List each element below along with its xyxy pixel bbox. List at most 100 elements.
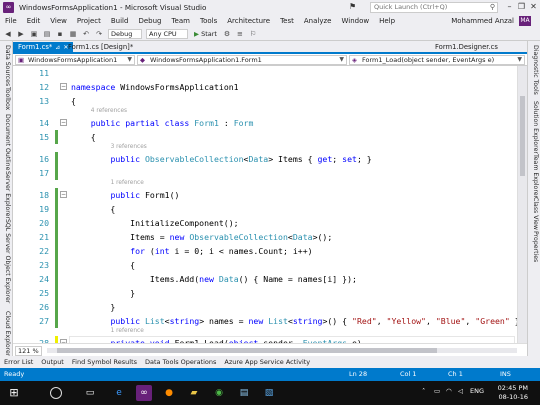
firefox-icon[interactable]: ● [161,385,177,401]
back-icon[interactable]: ◀ [3,29,13,39]
member-dropdown[interactable]: ◈ Form1_Load(object sender, EventArgs e) ▼ [349,55,525,65]
tab-diagnostic-tools[interactable]: Diagnostic Tools [532,45,539,95]
task-view-icon[interactable]: ▭ [82,385,98,401]
code-line[interactable]: 26 } [13,300,517,314]
code-line[interactable]: 22 for (int i = 0; i < names.Count; i++) [13,244,517,258]
attach-icon[interactable]: ⚙ [222,29,232,39]
class-dropdown[interactable]: ◆ WindowsFormsApplication1.Form1 ▼ [137,55,347,65]
code-line[interactable]: 13 { [13,94,517,108]
chrome-icon[interactable]: ◉ [211,385,227,401]
save-all-icon[interactable]: ▦ [68,29,78,39]
edge-icon[interactable]: e [111,385,127,401]
undo-icon[interactable]: ↶ [81,29,91,39]
tab-server-explorer[interactable]: Server Explorer [4,171,11,219]
menu-project[interactable]: Project [72,15,106,27]
menu-build[interactable]: Build [106,15,134,27]
collapse-icon[interactable]: − [60,119,67,126]
configuration-select[interactable]: Debug [108,28,142,39]
collapse-icon[interactable]: − [60,191,67,198]
tab-error-list[interactable]: Error List [0,356,37,368]
code-line[interactable]: 16 public ObservableCollection<Data> Ite… [13,152,517,166]
volume-icon[interactable]: ◁ [458,387,463,395]
menu-analyze[interactable]: Analyze [299,15,337,27]
save-icon[interactable]: ▪ [55,29,65,39]
language-icon[interactable]: ENG [470,387,484,395]
codelens-references[interactable]: 3 references [111,144,147,150]
scroll-thumb[interactable] [57,348,437,353]
platform-select[interactable]: Any CPU [146,28,188,39]
menu-window[interactable]: Window [336,15,374,27]
code-line[interactable]: 12 − namespace WindowsFormsApplication1 [13,80,517,94]
collapse-icon[interactable]: − [60,83,67,90]
vertical-scrollbar[interactable] [517,66,527,343]
scroll-thumb[interactable] [520,96,525,176]
code-line[interactable]: 24 Items.Add(new Data() { Name = names[i… [13,272,517,286]
avatar[interactable]: MA [519,16,531,26]
code-line[interactable]: 21 Items = new ObservableCollection<Data… [13,230,517,244]
start-button[interactable]: ▶ Start [192,29,219,39]
tab-find-symbol-results[interactable]: Find Symbol Results [68,356,141,368]
clock-date[interactable]: 08-10-16 [498,393,528,401]
tab-properties[interactable]: Properties [532,231,539,262]
tab-data-tools-operations[interactable]: Data Tools Operations [141,356,220,368]
tab-sql-server-object-explorer[interactable]: SQL Server Object Explorer [4,219,11,303]
zoom-level[interactable]: 121 % [15,346,42,356]
forward-icon[interactable]: ▶ [16,29,26,39]
code-line[interactable]: 23 { [13,258,517,272]
code-line[interactable]: 18 − public Form1() [13,188,517,202]
redo-icon[interactable]: ↷ [94,29,104,39]
code-line[interactable]: 11 [13,66,517,80]
tab-data-sources[interactable]: Data Sources [4,45,11,86]
tab-document-outline[interactable]: Document Outline [4,114,11,170]
menu-view[interactable]: View [45,15,72,27]
menu-architecture[interactable]: Architecture [222,15,275,27]
battery-icon[interactable]: ▭ [434,387,440,395]
new-project-icon[interactable]: ▣ [29,29,39,39]
cortana-icon[interactable] [50,387,62,399]
tab-output[interactable]: Output [37,356,68,368]
menu-test[interactable]: Test [275,15,299,27]
code-line[interactable]: 17 [13,166,517,180]
tab-cloud-explorer[interactable]: Cloud Explorer [4,311,11,356]
code-line[interactable]: 19 { [13,202,517,216]
photos-icon[interactable]: ▧ [261,385,277,401]
feedback-flag-icon[interactable]: ⚑ [349,2,356,11]
menu-team[interactable]: Team [166,15,195,27]
codelens-references[interactable]: 1 reference [111,180,144,186]
menu-edit[interactable]: Edit [22,15,46,27]
code-line[interactable]: 20 InitializeComponent(); [13,216,517,230]
project-dropdown[interactable]: ▣ WindowsFormsApplication1 ▼ [15,55,135,65]
code-line[interactable]: 15 { [13,130,517,144]
close-icon[interactable]: ✕ [527,0,540,15]
quick-launch-input[interactable]: Quick Launch (Ctrl+Q) ⚲ [370,2,498,13]
pin-icon[interactable]: ⊿ [55,44,60,51]
code-line[interactable]: 14 − public partial class Form1 : Form [13,116,517,130]
code-line[interactable]: 28− private void Form1_Load(object sende… [13,336,517,343]
codelens-references[interactable]: 1 reference [111,328,144,334]
store-icon[interactable]: ▤ [236,385,252,401]
codelens-references[interactable]: 4 references [91,108,127,114]
bookmark-icon[interactable]: ⚐ [248,29,258,39]
menu-debug[interactable]: Debug [133,15,166,27]
tab-azure-app-service-activity[interactable]: Azure App Service Activity [220,356,314,368]
code-line[interactable]: 25 } [13,286,517,300]
menu-tools[interactable]: Tools [195,15,222,27]
menu-file[interactable]: File [0,15,22,27]
open-file-icon[interactable]: ▤ [42,29,52,39]
clock-time[interactable]: 02:45 PM [498,384,528,392]
comment-icon[interactable]: ≡ [235,29,245,39]
menu-help[interactable]: Help [374,15,400,27]
tab-form1-design[interactable]: Form1.cs [Design]* [63,42,138,53]
user-name[interactable]: Mohammed Anzal [451,15,514,27]
file-explorer-icon[interactable]: ▰ [186,385,202,401]
code-editor[interactable]: 11 12− namespace WindowsFormsApplication1 1… [13,66,517,343]
tab-form1-designer-cs[interactable]: Form1.Designer.cs [430,42,503,53]
windows-start-icon[interactable]: ⊞ [6,385,22,401]
code-line[interactable]: 27 public List<string> names = new List<… [13,314,517,328]
tab-solution-explorer[interactable]: Solution Explorer [532,101,539,154]
tray-chevron-icon[interactable]: ˄ [422,387,425,395]
visual-studio-icon[interactable]: ∞ [136,385,152,401]
tab-toolbox[interactable]: Toolbox [4,87,11,110]
tab-class-view[interactable]: Class View [532,197,539,230]
horizontal-scrollbar[interactable] [47,348,517,353]
